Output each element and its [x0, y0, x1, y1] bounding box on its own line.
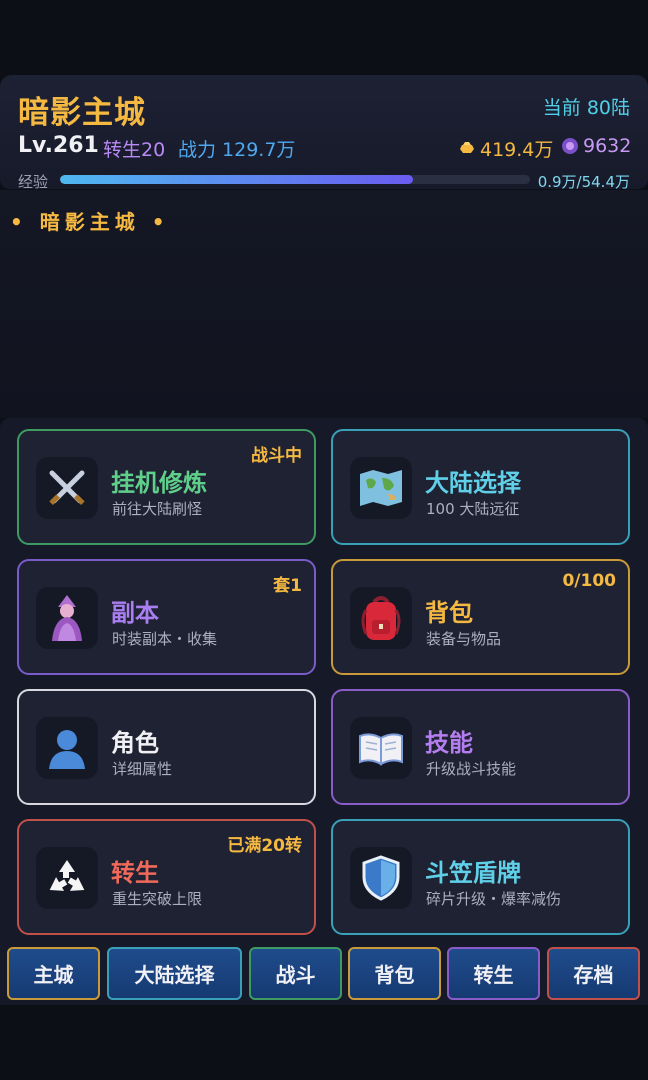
card-subtitle: 时装副本・收集 [112, 630, 218, 648]
mage-character-icon [36, 587, 98, 649]
crossed-swords-icon [36, 457, 98, 519]
gem-amount: 9632 [583, 135, 632, 157]
world-map-icon [350, 457, 412, 519]
shield-icon [350, 847, 412, 909]
menu-card[interactable]: 背包装备与物品 0/100 [331, 559, 630, 675]
nav-button[interactable]: 大陆选择 [107, 947, 242, 1000]
nav-button[interactable]: 转生 [447, 947, 540, 1000]
card-subtitle: 装备与物品 [426, 630, 502, 648]
menu-card[interactable]: 副本时装副本・收集 套1 [17, 559, 316, 675]
status-badge: 套1 [273, 576, 302, 596]
status-badge: 0/100 [562, 571, 616, 591]
exp-value: 0.9万/54.4万 [537, 173, 630, 191]
bottom-nav: 主城 大陆选择 战斗 背包 转生 存档 [0, 945, 648, 1005]
card-title: 挂机修炼 [111, 469, 207, 497]
card-title: 副本 [111, 599, 159, 627]
person-silhouette-icon [36, 717, 98, 779]
status-badge: 已满20转 [227, 836, 302, 856]
card-title: 斗笠盾牌 [425, 859, 521, 887]
status-badge: 战斗中 [251, 446, 302, 466]
top-background [0, 0, 648, 75]
card-title: 背包 [425, 599, 473, 627]
nav-button[interactable]: 主城 [7, 947, 100, 1000]
nav-button[interactable]: 存档 [547, 947, 640, 1000]
scene-title: • 暗影主城 • [10, 210, 170, 234]
card-title: 大陆选择 [425, 469, 521, 497]
nav-button[interactable]: 战斗 [249, 947, 342, 1000]
nav-button[interactable]: 背包 [348, 947, 441, 1000]
menu-card[interactable]: 大陆选择 100 大陆远征 [331, 429, 630, 545]
combat-power: 战力 129.7万 [178, 139, 296, 161]
status-header: 暗影主城 当前 80陆 Lv.261 转生20 战力 129.7万 419.4万… [0, 75, 648, 191]
card-title: 转生 [111, 859, 159, 887]
city-title: 暗影主城 [18, 95, 146, 131]
card-subtitle: 重生突破上限 [112, 890, 203, 908]
gold-amount: 419.4万 [480, 139, 554, 161]
exp-progress-bar [60, 175, 530, 184]
card-subtitle: 详细属性 [112, 760, 173, 778]
bottom-background [0, 1005, 648, 1080]
gold-display: 419.4万 [458, 135, 553, 162]
exp-label: 经验 [18, 173, 49, 191]
scene-area: • 暗影主城 • [0, 190, 648, 418]
card-subtitle: 前往大陆刷怪 [112, 500, 203, 518]
current-continent: 当前 80陆 [542, 97, 630, 119]
menu-card[interactable]: 斗笠盾牌碎片升级・爆率减伤 [331, 819, 630, 935]
card-subtitle: 升级战斗技能 [426, 760, 517, 778]
player-level: Lv.261 [18, 133, 99, 158]
menu-card[interactable]: 挂机修炼前往大陆刷怪 战斗中 [17, 429, 316, 545]
main-menu: 挂机修炼 前往大陆刷怪 战斗中 大陆选择 100 大陆远征 副本 时装副本・收集 套1 背包 装备… [0, 418, 648, 945]
recycle-icon [36, 847, 98, 909]
menu-card[interactable]: 角色 详细属性 [17, 689, 316, 805]
open-book-icon [350, 717, 412, 779]
card-title: 技能 [425, 729, 473, 757]
exp-progress-fill [60, 175, 413, 184]
menu-card[interactable]: 转生重生突破上限 已满20转 [17, 819, 316, 935]
card-subtitle: 碎片升级・爆率减伤 [426, 890, 562, 908]
backpack-icon [350, 587, 412, 649]
menu-card[interactable]: 技能 升级战斗技能 [331, 689, 630, 805]
rebirth-count: 转生20 [103, 139, 166, 161]
purple-orb-icon [562, 138, 578, 154]
gold-ingot-icon [460, 141, 474, 153]
card-subtitle: 100 大陆远征 [426, 500, 520, 518]
gem-display: 9632 [561, 135, 631, 157]
card-title: 角色 [111, 729, 159, 757]
